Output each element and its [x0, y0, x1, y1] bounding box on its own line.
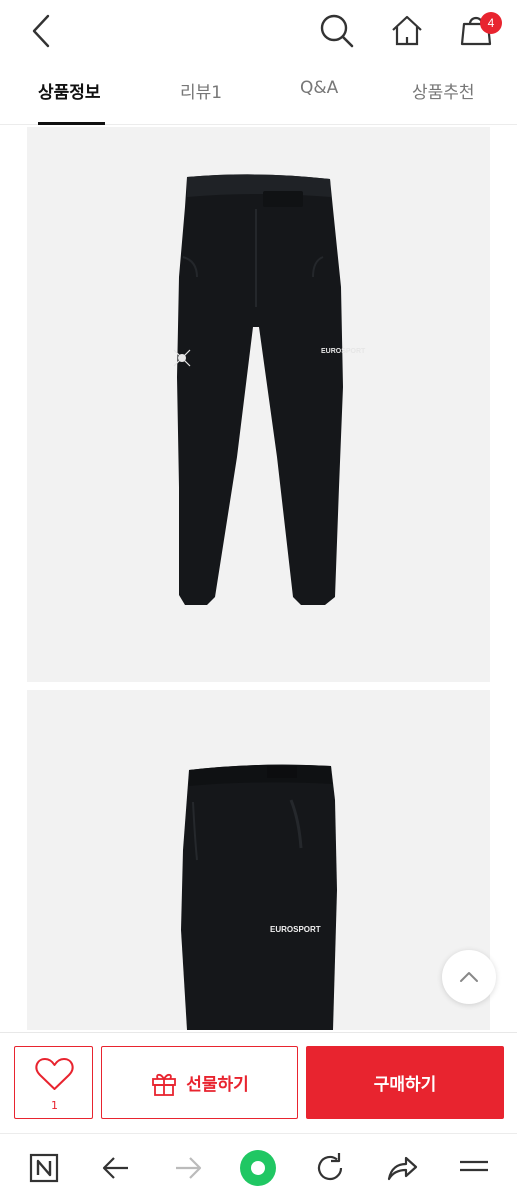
pants-closeup-illustration: EUROSPORT	[181, 764, 337, 1030]
buy-label: 구매하기	[373, 1075, 437, 1095]
back-arrow-icon[interactable]	[22, 12, 62, 52]
green-dot-icon[interactable]	[238, 1148, 278, 1188]
tab-product-info[interactable]: 상품정보	[38, 78, 101, 103]
top-bar: 4	[0, 0, 517, 62]
tab-recommend[interactable]: 상품추천	[412, 78, 475, 103]
share-icon[interactable]	[382, 1148, 422, 1188]
menu-icon[interactable]	[454, 1148, 494, 1188]
gift-label: 선물하기	[186, 1075, 249, 1095]
product-image-2: EUROSPORT	[27, 690, 490, 1030]
brand-logo-text: EUROSPORT	[270, 925, 321, 934]
search-icon[interactable]	[316, 10, 358, 52]
chevron-up-icon	[460, 972, 478, 982]
gift-button[interactable]: 선물하기	[101, 1046, 298, 1119]
purchase-bar: 1 선물하기 구매하기	[0, 1032, 517, 1133]
heart-icon	[35, 1058, 74, 1090]
scroll-top-button[interactable]	[442, 950, 496, 1004]
home-icon[interactable]	[386, 10, 428, 52]
cart-count-badge: 4	[480, 12, 502, 34]
reload-icon[interactable]	[310, 1148, 350, 1188]
buy-button[interactable]: 구매하기	[306, 1046, 504, 1119]
brand-logo-text: EUROSPORT	[321, 348, 366, 355]
wishlist-button[interactable]: 1	[14, 1046, 93, 1119]
pants-front-illustration: EUROSPORT	[173, 174, 366, 605]
product-tabs: 상품정보 리뷰1 Q&A 상품추천	[0, 62, 517, 125]
tab-reviews[interactable]: 리뷰1	[180, 78, 222, 103]
naver-n-icon[interactable]	[24, 1148, 64, 1188]
wishlist-count: 1	[51, 1099, 58, 1112]
browser-nav-bar	[0, 1133, 517, 1201]
active-tab-indicator	[38, 122, 105, 125]
back-icon[interactable]	[96, 1148, 136, 1188]
forward-icon[interactable]	[168, 1148, 208, 1188]
tab-qna[interactable]: Q&A	[300, 78, 338, 98]
gift-icon	[152, 1073, 177, 1096]
product-image-1: EUROSPORT	[27, 127, 490, 682]
